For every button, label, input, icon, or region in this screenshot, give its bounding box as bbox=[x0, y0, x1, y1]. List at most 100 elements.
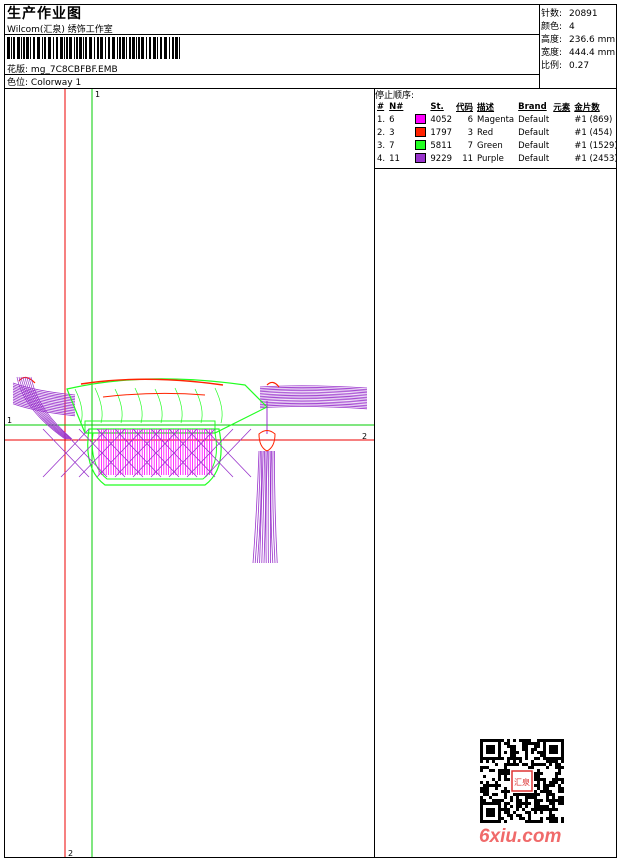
guide-label-h2: 2 bbox=[362, 432, 367, 441]
qr-module bbox=[543, 808, 546, 811]
qr-module bbox=[525, 751, 528, 754]
barcode-bar bbox=[79, 37, 82, 59]
qr-module bbox=[522, 742, 525, 745]
element bbox=[551, 139, 572, 152]
guide-label-v1: 1 bbox=[95, 90, 100, 99]
barcode-bar bbox=[33, 37, 35, 59]
qr-module bbox=[528, 766, 531, 769]
needle-number: 6 bbox=[389, 114, 395, 125]
brand: Default bbox=[518, 153, 550, 164]
barcode-bar bbox=[7, 37, 10, 59]
qr-module bbox=[549, 781, 552, 784]
qr-finder-core bbox=[486, 808, 495, 817]
color-description: Green bbox=[477, 140, 503, 151]
qr-module bbox=[516, 751, 519, 754]
stitch-count: 4052 bbox=[430, 114, 453, 125]
qr-module bbox=[525, 811, 528, 814]
qr-module bbox=[486, 790, 489, 793]
qr-module bbox=[552, 796, 555, 799]
qr-module bbox=[531, 760, 534, 763]
qr-module bbox=[510, 799, 513, 802]
sequin-count: #1 (869) bbox=[574, 114, 613, 125]
barcode bbox=[7, 37, 180, 59]
barcode-bar bbox=[44, 37, 46, 59]
qr-module bbox=[537, 778, 540, 781]
qr-module bbox=[492, 778, 495, 781]
qr-module bbox=[513, 757, 516, 760]
page-title: 生产作业图 bbox=[7, 6, 82, 22]
qr-module bbox=[540, 751, 543, 754]
col-header: 描述 bbox=[477, 103, 495, 113]
qr-module bbox=[549, 763, 552, 766]
qr-module bbox=[555, 799, 558, 802]
qr-module bbox=[483, 793, 486, 796]
stop-sequence-title: 停止顺序: bbox=[375, 91, 415, 101]
qr-module bbox=[501, 769, 504, 772]
qr-module bbox=[528, 802, 531, 805]
qr-module bbox=[525, 748, 528, 751]
qr-module bbox=[537, 739, 540, 742]
qr-module bbox=[483, 784, 486, 787]
qr-module bbox=[546, 805, 549, 808]
qr-module bbox=[534, 790, 537, 793]
qr-module bbox=[561, 778, 564, 781]
qr-module bbox=[534, 811, 537, 814]
qr-module bbox=[561, 817, 564, 820]
qr-module bbox=[555, 760, 558, 763]
qr-module bbox=[558, 796, 561, 799]
qr-module bbox=[537, 799, 540, 802]
qr-module bbox=[549, 811, 552, 814]
flap-stitch bbox=[114, 388, 123, 424]
qr-module bbox=[531, 763, 534, 766]
table-row: 2. 3 1797 3 Red Default #1 (454) bbox=[375, 126, 620, 139]
table-bottom-rule bbox=[374, 168, 617, 169]
stat-value: 236.6 mm bbox=[569, 35, 616, 45]
qr-module bbox=[528, 739, 531, 742]
qr-module bbox=[546, 817, 549, 820]
qr-module bbox=[549, 793, 552, 796]
qr-module bbox=[552, 793, 555, 796]
barcode-bar bbox=[179, 37, 180, 59]
qr-module bbox=[555, 817, 558, 820]
stat-label: 高度: bbox=[541, 35, 563, 45]
qr-module bbox=[558, 799, 561, 802]
stitch-count: 9229 bbox=[430, 153, 453, 164]
stitch-count: 5811 bbox=[430, 140, 453, 151]
brand: Default bbox=[518, 114, 550, 125]
embroidery-design bbox=[12, 376, 368, 564]
barcode-bar bbox=[122, 37, 125, 59]
qr-module bbox=[501, 757, 504, 760]
table-header-row: # N# St. 代码 描述 Brand 元素 金片数 bbox=[375, 101, 620, 113]
qr-module bbox=[501, 817, 504, 820]
qr-module bbox=[519, 799, 522, 802]
qr-module bbox=[552, 784, 555, 787]
stat-width: 宽度: 444.4 mm bbox=[541, 45, 615, 58]
qr-module bbox=[498, 769, 501, 772]
qr-module bbox=[552, 808, 555, 811]
qr-module bbox=[510, 817, 513, 820]
barcode-bar bbox=[117, 37, 118, 59]
qr-module bbox=[549, 814, 552, 817]
qr-module bbox=[495, 763, 498, 766]
barcode-bar bbox=[69, 37, 72, 59]
qr-module bbox=[555, 772, 558, 775]
qr-module bbox=[525, 739, 528, 742]
qr-finder-core bbox=[549, 745, 558, 754]
qr-module bbox=[513, 811, 516, 814]
col-header: # bbox=[377, 102, 385, 112]
qr-module bbox=[549, 802, 552, 805]
color-swatch-box bbox=[415, 140, 427, 151]
qr-module bbox=[558, 787, 561, 790]
barcode-bar bbox=[17, 37, 20, 59]
color-swatch bbox=[413, 152, 428, 165]
qr-module bbox=[492, 769, 495, 772]
qr-module bbox=[507, 745, 510, 748]
qr-module bbox=[504, 787, 507, 790]
design-line: 花版: mg_7C8CBFBF.EMB bbox=[7, 62, 118, 75]
qr-module bbox=[531, 793, 534, 796]
flap-stitch bbox=[214, 387, 223, 424]
qr-module bbox=[525, 754, 528, 757]
barcode-bar bbox=[56, 37, 58, 59]
qr-module bbox=[513, 793, 516, 796]
qr-module bbox=[513, 739, 516, 742]
